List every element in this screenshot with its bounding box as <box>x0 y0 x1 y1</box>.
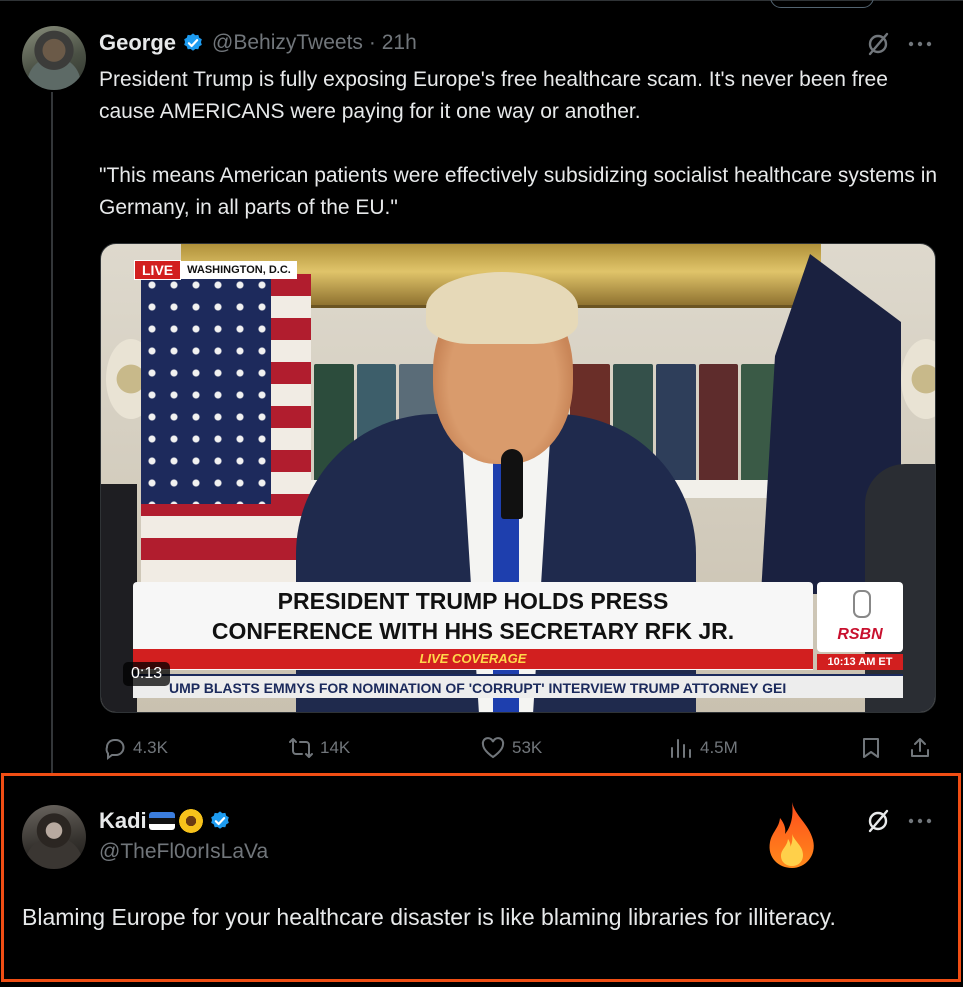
views-icon <box>671 739 691 758</box>
like-action[interactable]: 53K <box>480 736 542 760</box>
grok-icon[interactable] <box>862 807 894 835</box>
tweet-header: George @BehizyTweets · 21h <box>99 30 417 56</box>
live-coverage-strip: LIVE COVERAGE <box>133 649 813 669</box>
reply-icon <box>105 739 125 760</box>
network-logo: RSBN <box>817 582 903 652</box>
like-icon <box>481 737 505 759</box>
repost-icon <box>289 738 313 758</box>
kadi-avatar[interactable] <box>22 805 86 869</box>
bookmark-action[interactable] <box>860 736 888 760</box>
location-label: WASHINGTON, D.C. <box>181 261 297 279</box>
share-action[interactable] <box>908 736 938 760</box>
views-action[interactable]: 4.5M <box>668 736 738 760</box>
wall-seal-right <box>901 339 935 419</box>
repost-count: 14K <box>320 738 351 757</box>
news-ticker: UMP BLASTS EMMYS FOR NOMINATION OF 'CORR… <box>133 674 903 698</box>
estonia-flag-icon <box>148 812 175 830</box>
microphone <box>501 449 523 519</box>
reply-action[interactable]: 4.3K <box>103 736 168 760</box>
more-icon[interactable] <box>902 30 938 58</box>
live-label: LIVE <box>134 260 182 280</box>
fire-icon <box>769 802 814 868</box>
reply-text: Blaming Europe for your healthcare disas… <box>22 904 836 930</box>
sunflower-icon <box>178 809 203 833</box>
top-pill-button[interactable] <box>770 0 874 8</box>
american-flag <box>141 274 311 604</box>
video-player[interactable]: LIVE WASHINGTON, D.C. PRESIDENT TRUMP HO… <box>100 243 936 713</box>
grok-icon[interactable] <box>862 30 894 58</box>
reply-author-name[interactable]: Kadi <box>99 808 147 834</box>
reply-count: 4.3K <box>133 738 168 757</box>
author-name[interactable]: George <box>99 30 176 56</box>
author-handle[interactable]: @BehizyTweets <box>212 31 363 55</box>
george-avatar[interactable] <box>22 26 86 90</box>
more-icon[interactable] <box>902 807 938 835</box>
verified-badge-icon[interactable] <box>209 810 231 832</box>
reply-author-handle[interactable]: @TheFl0orIsLaVa <box>99 840 268 864</box>
reply-header: Kadi <box>99 808 231 834</box>
tweet-text-paragraph-2: "This means American patients were effec… <box>99 164 938 219</box>
view-count: 4.5M <box>700 738 738 757</box>
bookmark-icon <box>863 738 879 758</box>
tweet-text-paragraph-1: President Trump is fully exposing Europe… <box>99 68 888 123</box>
broadcast-headline: PRESIDENT TRUMP HOLDS PRESS CONFERENCE W… <box>211 588 735 644</box>
share-icon <box>911 738 929 757</box>
video-timestamp: 0:13 <box>123 662 171 686</box>
tweet-time[interactable]: · 21h <box>369 31 417 55</box>
speaker-hair <box>426 272 578 344</box>
reply-handle-row: @TheFl0orIsLaVa <box>99 840 268 864</box>
live-bug: LIVE WASHINGTON, D.C. <box>134 260 297 280</box>
verified-badge-icon[interactable] <box>182 32 204 54</box>
thread-connector-line <box>51 92 53 774</box>
repost-action[interactable]: 14K <box>288 736 350 760</box>
broadcast-clock: 10:13 AM ET <box>817 654 903 670</box>
like-count: 53K <box>512 738 543 757</box>
